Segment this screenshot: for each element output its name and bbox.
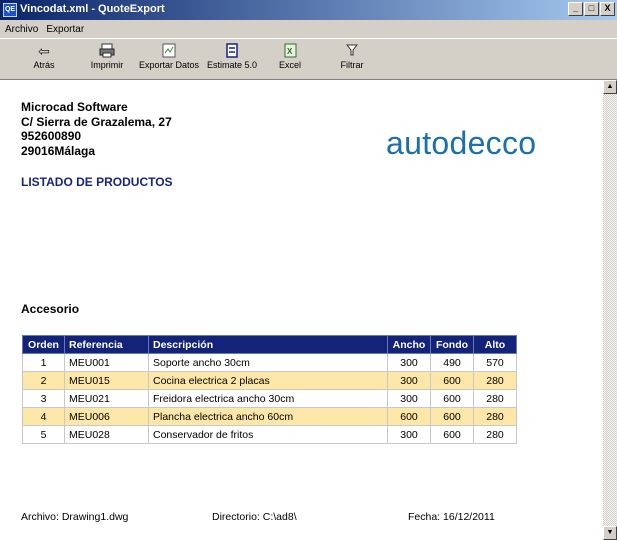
back-label: Atrás bbox=[33, 60, 55, 70]
report-viewer[interactable]: Microcad Software C/ Sierra de Grazalema… bbox=[0, 80, 603, 540]
filter-icon bbox=[332, 43, 372, 60]
cell-ancho: 300 bbox=[387, 389, 431, 408]
export-data-button[interactable]: Exportar Datos bbox=[136, 43, 202, 70]
maximize-button[interactable]: □ bbox=[584, 2, 599, 16]
cell-ancho: 600 bbox=[387, 407, 431, 426]
cell-descripcion: Soporte ancho 30cm bbox=[148, 353, 388, 372]
cell-alto: 280 bbox=[473, 407, 517, 426]
cell-referencia: MEU015 bbox=[64, 371, 149, 390]
menu-bar: Archivo Exportar bbox=[0, 20, 617, 38]
cell-alto: 280 bbox=[473, 389, 517, 408]
table-row: 4 MEU006 Plancha electrica ancho 60cm 60… bbox=[22, 407, 517, 426]
cell-fondo: 490 bbox=[430, 353, 474, 372]
cell-orden: 4 bbox=[22, 407, 65, 426]
section-title: Accesorio bbox=[21, 302, 80, 316]
header-orden: Orden bbox=[22, 335, 65, 354]
cell-ancho: 300 bbox=[387, 425, 431, 444]
export-data-label: Exportar Datos bbox=[138, 60, 200, 70]
table-row: 5 MEU028 Conservador de fritos 300 600 2… bbox=[22, 425, 517, 444]
excel-label: Excel bbox=[278, 60, 301, 70]
header-referencia: Referencia bbox=[64, 335, 149, 354]
footer-fecha: Fecha: 16/12/2011 bbox=[408, 511, 495, 523]
scroll-up-button[interactable]: ▲ bbox=[603, 80, 617, 94]
filter-button[interactable]: Filtrar bbox=[332, 43, 372, 70]
cell-orden: 1 bbox=[22, 353, 65, 372]
products-table: Orden Referencia Descripción Ancho Fondo… bbox=[22, 335, 517, 444]
brand-logo: autodecco bbox=[386, 125, 537, 161]
header-alto: Alto bbox=[473, 335, 517, 354]
printer-icon bbox=[82, 43, 132, 60]
cell-ancho: 300 bbox=[387, 353, 431, 372]
table-row: 1 MEU001 Soporte ancho 30cm 300 490 570 bbox=[22, 353, 517, 372]
footer-archivo: Archivo: Drawing1.dwg bbox=[21, 511, 129, 523]
company-name: Microcad Software bbox=[21, 100, 128, 114]
cell-ancho: 300 bbox=[387, 371, 431, 390]
cell-fondo: 600 bbox=[430, 407, 474, 426]
company-city: 29016Málaga bbox=[21, 143, 96, 158]
cell-referencia: MEU006 bbox=[64, 407, 149, 426]
estimate-button[interactable]: Estimate 5.0 bbox=[204, 43, 260, 70]
excel-icon: X bbox=[270, 43, 310, 60]
header-fondo: Fondo bbox=[430, 335, 474, 354]
table-row: 3 MEU021 Freidora electrica ancho 30cm 3… bbox=[22, 389, 517, 408]
company-phone: 952600890 bbox=[21, 129, 82, 143]
window-controls: _ □ X bbox=[568, 2, 615, 16]
header-descripcion: Descripción bbox=[148, 335, 388, 354]
cell-orden: 2 bbox=[22, 371, 65, 390]
back-arrow-icon: ⇦ bbox=[38, 43, 50, 59]
cell-alto: 570 bbox=[473, 353, 517, 372]
cell-referencia: MEU021 bbox=[64, 389, 149, 408]
excel-button[interactable]: X Excel bbox=[270, 43, 310, 70]
cell-fondo: 600 bbox=[430, 425, 474, 444]
export-icon bbox=[136, 43, 202, 60]
minimize-button[interactable]: _ bbox=[568, 2, 583, 16]
scroll-down-button[interactable]: ▼ bbox=[603, 526, 617, 540]
cell-orden: 5 bbox=[22, 425, 65, 444]
cell-descripcion: Cocina electrica 2 placas bbox=[148, 371, 388, 390]
cell-alto: 280 bbox=[473, 425, 517, 444]
toolbar: ⇦ Atrás Imprimir Exportar Datos Estimate… bbox=[0, 38, 617, 80]
vertical-scrollbar[interactable]: ▲ ▼ bbox=[603, 80, 617, 540]
print-button[interactable]: Imprimir bbox=[82, 43, 132, 70]
cell-orden: 3 bbox=[22, 389, 65, 408]
list-title: LISTADO DE PRODUCTOS bbox=[21, 175, 173, 189]
cell-descripcion: Freidora electrica ancho 30cm bbox=[148, 389, 388, 408]
window-title: Vincodat.xml - QuoteExport bbox=[20, 3, 165, 15]
cell-fondo: 600 bbox=[430, 371, 474, 390]
cell-descripcion: Conservador de fritos bbox=[148, 425, 388, 444]
menu-exportar[interactable]: Exportar bbox=[46, 24, 84, 35]
cell-alto: 280 bbox=[473, 371, 517, 390]
cell-referencia: MEU028 bbox=[64, 425, 149, 444]
cell-referencia: MEU001 bbox=[64, 353, 149, 372]
company-info: Microcad Software C/ Sierra de Grazalema… bbox=[21, 100, 172, 158]
estimate-icon bbox=[204, 43, 260, 60]
svg-text:X: X bbox=[287, 47, 293, 56]
table-header-row: Orden Referencia Descripción Ancho Fondo… bbox=[22, 335, 517, 354]
header-ancho: Ancho bbox=[387, 335, 431, 354]
close-button[interactable]: X bbox=[600, 2, 615, 16]
filter-label: Filtrar bbox=[340, 60, 364, 70]
menu-archivo[interactable]: Archivo bbox=[5, 24, 38, 35]
title-bar[interactable]: QE Vincodat.xml - QuoteExport _ □ X bbox=[0, 0, 617, 20]
footer-directorio: Directorio: C:\ad8\ bbox=[212, 511, 297, 523]
cell-descripcion: Plancha electrica ancho 60cm bbox=[148, 407, 388, 426]
print-label: Imprimir bbox=[90, 60, 124, 70]
back-button[interactable]: ⇦ Atrás bbox=[22, 43, 66, 70]
company-address: C/ Sierra de Grazalema, 27 bbox=[21, 114, 172, 129]
app-icon: QE bbox=[3, 3, 17, 17]
estimate-label: Estimate 5.0 bbox=[206, 60, 258, 70]
table-row: 2 MEU015 Cocina electrica 2 placas 300 6… bbox=[22, 371, 517, 390]
cell-fondo: 600 bbox=[430, 389, 474, 408]
